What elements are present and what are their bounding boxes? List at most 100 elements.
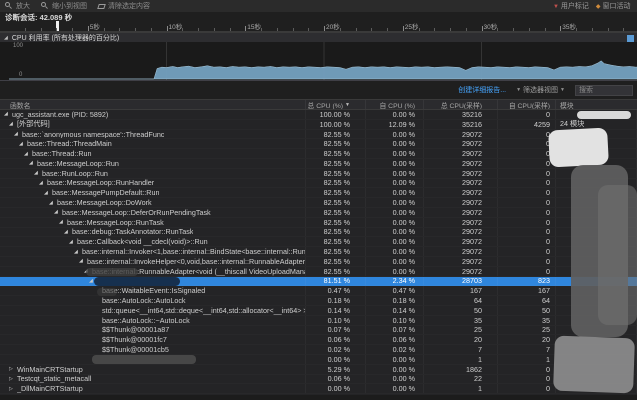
total-cpu-pct-cell: 82.55 % — [306, 218, 366, 227]
total-cpu-samples-cell: 29072 — [424, 208, 498, 217]
expander-icon[interactable]: ◢ — [44, 190, 52, 196]
total-cpu-samples-cell: 22 — [424, 375, 498, 384]
total-cpu-samples-cell: 29072 — [424, 228, 498, 237]
expander-icon[interactable]: ◢ — [9, 121, 17, 127]
section-expander-icon[interactable]: ◢ — [4, 35, 8, 41]
expander-icon[interactable]: ◢ — [59, 219, 67, 225]
self-cpu-samples-cell: 0 — [498, 169, 556, 178]
ruler-tick — [324, 26, 325, 31]
cpu-utilization-chart[interactable]: 100 0 — [0, 42, 637, 81]
tree-row[interactable]: $$Thunk@00001cb50.02 %0.02 %77 — [0, 345, 637, 355]
expander-icon[interactable]: ▷ — [9, 386, 17, 392]
function-name: base::MessageLoop::RunTask — [67, 218, 164, 227]
ruler-tick — [261, 28, 262, 31]
dropdown-arrow-icon: ▼ — [560, 87, 565, 93]
search-input[interactable] — [575, 85, 633, 96]
total-cpu-pct-cell: 82.55 % — [306, 188, 366, 197]
self-cpu-samples-cell: 0 — [498, 198, 556, 207]
tree-row[interactable]: base::AutoLock::~AutoLock0.10 %0.10 %353… — [0, 316, 637, 326]
redaction-blob — [577, 111, 631, 119]
tree-row[interactable]: ◢base::MessageLoop::RunTask82.55 %0.00 %… — [0, 218, 637, 228]
expander-icon[interactable]: ◢ — [4, 111, 12, 117]
expander-icon[interactable]: ▷ — [9, 366, 17, 372]
tree-row[interactable]: ◢base::MessagePumpDefault::Run82.55 %0.0… — [0, 188, 637, 198]
expander-icon[interactable]: ◢ — [19, 141, 27, 147]
expander-icon[interactable]: ◢ — [24, 151, 32, 157]
expander-icon[interactable]: ▷ — [9, 376, 17, 382]
total-cpu-pct-cell: 0.00 % — [306, 355, 366, 364]
function-name-cell: ◢base::Thread::Run — [0, 149, 306, 158]
tree-row[interactable]: ◢base::RunLoop::Run82.55 %0.00 %290720 — [0, 169, 637, 179]
column-header-self-cpu-pct[interactable]: 自 CPU (%) — [366, 100, 424, 109]
expander-icon[interactable]: ◢ — [29, 160, 37, 166]
expander-icon[interactable]: ◢ — [14, 131, 22, 137]
filter-view-dropdown[interactable]: ▼ 筛选器视图 ▼ — [516, 85, 565, 95]
expander-icon[interactable]: ◢ — [39, 180, 47, 186]
tree-row[interactable]: base::AutoLock::AutoLock0.18 %0.18 %6464 — [0, 296, 637, 306]
timeline-ruler[interactable]: 5秒10秒15秒20秒25秒30秒35秒 — [0, 21, 637, 32]
tree-row[interactable]: ◢base::MessageLoop::Run82.55 %0.00 %2907… — [0, 159, 637, 169]
total-cpu-pct-cell: 0.10 % — [306, 316, 366, 325]
tree-row[interactable]: ◢base::internal::InvokeHelper<0,void,bas… — [0, 257, 637, 267]
tree-row[interactable]: ◢base::MessageLoop::RunHandler82.55 %0.0… — [0, 179, 637, 189]
expander-icon[interactable]: ◢ — [49, 200, 57, 206]
expander-icon[interactable]: ◢ — [74, 249, 82, 255]
tree-row[interactable]: ◢base::MessageLoop::DeferOrRunPendingTas… — [0, 208, 637, 218]
zoom-out-button[interactable]: 缩小到视图 — [41, 1, 87, 11]
column-header-total-cpu-samples[interactable]: 总 CPU(采样) — [424, 100, 498, 109]
expander-icon[interactable]: ◢ — [54, 209, 62, 215]
function-name-cell: ◢base::MessagePumpDefault::Run — [0, 188, 306, 197]
timeline-legend: ▼ 用户标记 ◆ 窗口活动 — [553, 0, 630, 12]
column-header-function-name[interactable]: 函数名 — [0, 100, 306, 109]
column-header-total-cpu-pct[interactable]: 总 CPU (%)▼ — [306, 100, 366, 109]
function-name-cell: ◢base::MessageLoop::Run — [0, 159, 306, 168]
tree-row[interactable]: ◢base::Thread::Run82.55 %0.00 %290720 — [0, 149, 637, 159]
column-header-module[interactable]: 模块 — [556, 100, 637, 109]
ruler-tick — [167, 26, 168, 31]
tree-row[interactable]: ◢base::internal::Invoker<1,base::interna… — [0, 247, 637, 257]
total-cpu-samples-cell: 35216 — [424, 110, 498, 119]
expander-icon[interactable]: ◢ — [79, 258, 87, 264]
tree-row[interactable]: ◢ugc_assistant.exe (PID: 5892)100.00 %0.… — [0, 110, 637, 120]
function-name: base::AutoLock::~AutoLock — [102, 316, 190, 325]
column-header-self-cpu-samples[interactable]: 自 CPU(采样) — [498, 100, 556, 109]
zoom-in-button[interactable]: 放大 — [5, 1, 30, 11]
function-name: ugc_assistant.exe (PID: 5892) — [12, 110, 108, 119]
total-cpu-samples-cell: 29072 — [424, 130, 498, 139]
tree-row[interactable]: $$Thunk@00001a870.07 %0.07 %2525 — [0, 326, 637, 336]
create-detailed-report-link[interactable]: 创建详细报告... — [458, 85, 506, 95]
tree-row[interactable]: base::WaitableEvent::IsSignaled0.47 %0.4… — [0, 286, 637, 296]
function-name: base::AutoLock::AutoLock — [102, 296, 186, 305]
expander-icon[interactable]: ◢ — [64, 229, 72, 235]
total-cpu-pct-cell: 100.00 % — [306, 110, 366, 119]
tree-row[interactable]: ◢base::MessageLoop::DoWork82.55 %0.00 %2… — [0, 198, 637, 208]
tree-row[interactable]: ▷_DllMainCRTStartup0.00 %0.00 %10 — [0, 384, 637, 394]
tree-row[interactable]: ◢[外部代码]100.00 %12.09 %35216425924 模块 — [0, 120, 637, 130]
function-name-cell: $$Thunk@00001cb5 — [0, 345, 306, 354]
tree-row[interactable]: ◢base::Callback<void __cdecl(void)>::Run… — [0, 237, 637, 247]
tree-row[interactable]: ◢base::Thread::ThreadMain82.55 %0.00 %29… — [0, 139, 637, 149]
function-name-cell: ◢base::Thread::ThreadMain — [0, 139, 306, 148]
ruler-tick — [293, 28, 294, 31]
function-name: base::internal::Invoker<1,base::internal… — [82, 247, 305, 256]
ruler-tick — [119, 28, 120, 31]
self-cpu-pct-cell: 0.14 % — [366, 306, 424, 315]
clear-selection-button[interactable]: 清除选定内容 — [98, 1, 150, 11]
tree-row[interactable]: $$Thunk@00001fc70.06 %0.06 %2020 — [0, 335, 637, 345]
function-name-cell: std::queue<__int64,std::deque<__int64,st… — [0, 306, 306, 315]
self-cpu-pct-cell: 0.00 % — [366, 355, 424, 364]
ruler-tick — [545, 28, 546, 31]
tree-row[interactable]: ▷WinMainCRTStartup5.29 %0.00 %18620 — [0, 365, 637, 375]
ruler-tick — [308, 28, 309, 31]
expander-icon[interactable]: ◢ — [34, 170, 42, 176]
tree-row[interactable]: ▷Testcqt_static_metacall0.06 %0.00 %220 — [0, 375, 637, 385]
cpu-section-header[interactable]: ◢ CPU 利用率 (所有处理器的百分比) — [0, 32, 637, 42]
tree-row[interactable]: std::queue<__int64,std::deque<__int64,st… — [0, 306, 637, 316]
tree-row[interactable]: ◢base::`anonymous namespace'::ThreadFunc… — [0, 130, 637, 140]
redaction-blob — [86, 268, 138, 276]
self-cpu-pct-cell: 0.00 % — [366, 169, 424, 178]
expander-icon[interactable]: ◢ — [69, 239, 77, 245]
tree-row[interactable]: ◢base::debug::TaskAnnotator::RunTask82.5… — [0, 228, 637, 238]
function-name: base::Thread::Run — [32, 149, 92, 158]
self-cpu-samples-cell: 0 — [498, 365, 556, 374]
